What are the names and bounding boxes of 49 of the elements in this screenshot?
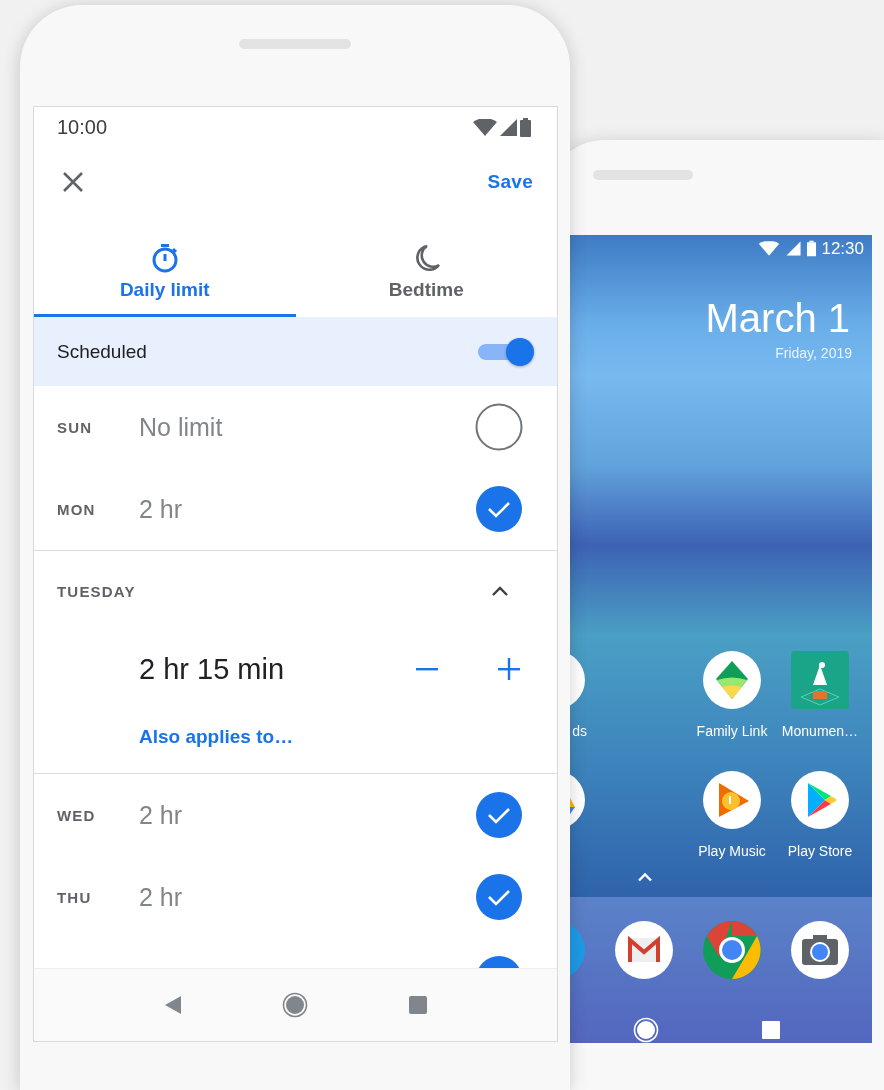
unchecked-circle[interactable] (475, 403, 523, 451)
checked-circle[interactable] (475, 791, 523, 839)
day-label: MON (57, 500, 97, 518)
checked-circle[interactable] (475, 873, 523, 921)
date-heading: March 1 (704, 295, 851, 341)
status-time: 10:00 (57, 115, 109, 139)
limit-value[interactable]: 2 hr (139, 800, 475, 830)
toggle-switch[interactable] (478, 337, 534, 366)
status-time: 12:30 (821, 238, 864, 259)
app-label: Play Store (787, 842, 853, 859)
play-music-icon[interactable] (703, 770, 761, 829)
signal-icon (786, 241, 802, 257)
collapse-caret-icon[interactable] (491, 585, 509, 597)
limit-value: 2 hr 15 min (139, 652, 286, 686)
wifi-icon (759, 241, 780, 257)
wifi-icon (473, 118, 497, 136)
date-subtitle: Friday, 2019 (774, 344, 853, 361)
battery-icon (807, 240, 817, 258)
gmail-icon[interactable] (615, 921, 673, 979)
limit-value[interactable]: No limit (139, 412, 475, 442)
signal-icon (500, 118, 517, 136)
limit-value[interactable]: 2 hr (139, 494, 475, 524)
plus-icon[interactable] (497, 657, 521, 681)
family-link-icon[interactable] (703, 650, 761, 709)
day-label: TUESDAY (57, 582, 136, 600)
camera-icon[interactable] (791, 921, 849, 979)
back-icon[interactable] (164, 995, 183, 1015)
app-label: Play Music (698, 842, 766, 859)
close-icon[interactable] (62, 171, 84, 193)
day-label: SUN (57, 418, 94, 436)
stopwatch-icon (150, 243, 179, 273)
limit-value[interactable]: 2 hr (139, 882, 475, 912)
battery-icon (520, 117, 531, 137)
app-label: ds (572, 722, 587, 739)
tab[interactable]: Bedtime (295, 217, 557, 317)
save-button[interactable]: Save (487, 171, 533, 193)
scheduled-label: Scheduled (57, 340, 147, 363)
chrome-icon[interactable] (703, 921, 761, 979)
game-icon[interactable] (791, 650, 849, 709)
day-label: THU (57, 888, 93, 906)
caret-up-icon[interactable] (638, 870, 652, 884)
recents-icon[interactable] (408, 996, 427, 1014)
play-store-icon[interactable] (791, 770, 849, 829)
home-icon[interactable] (282, 992, 309, 1018)
day-label: WED (57, 806, 97, 824)
checked-circle[interactable] (475, 485, 523, 533)
app-label: Family Link (696, 722, 768, 739)
also-applies-link[interactable]: Also applies to… (139, 726, 294, 748)
app-label: Monumen… (781, 722, 859, 739)
